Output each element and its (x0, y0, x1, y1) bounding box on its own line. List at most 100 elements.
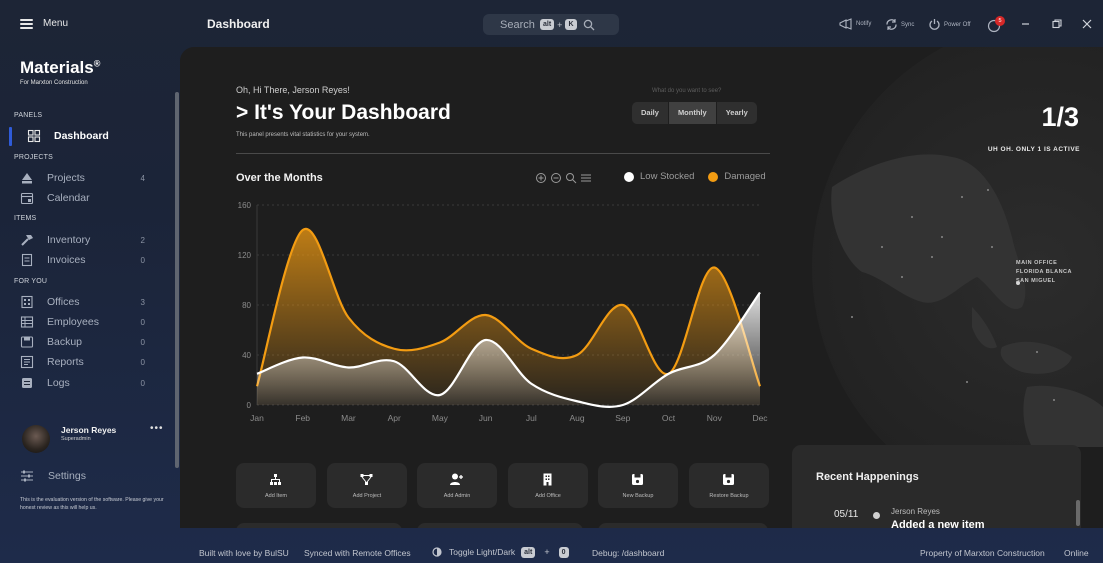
plus-glyph: + (544, 547, 550, 557)
sidebar-item-offices[interactable]: Offices 3 (20, 294, 145, 310)
active-indicator (9, 127, 12, 146)
zoom-out-icon[interactable] (550, 172, 562, 184)
add-office-label: Add Office (535, 493, 561, 499)
sidebar-item-logs[interactable]: Logs 0 (20, 375, 145, 391)
brand-logo: Materials® (20, 58, 100, 78)
power-off-button[interactable]: Power Off (928, 18, 971, 31)
sidebar-item-count: 0 (140, 337, 145, 347)
legend-dot-damaged (708, 171, 719, 182)
sidebar-item-dashboard[interactable]: Dashboard (27, 128, 152, 144)
legend-label-damaged: Damaged (724, 171, 766, 182)
search-icon[interactable] (583, 19, 595, 31)
add-admin-button[interactable]: Add Admin (417, 463, 497, 508)
more-options-icon[interactable]: ••• (150, 423, 164, 434)
sidebar-item-count: 0 (140, 255, 145, 265)
online-status: Online (1064, 548, 1089, 558)
header-divider (236, 153, 770, 154)
legend-damaged[interactable]: Damaged (708, 171, 766, 182)
search-shortcut-key: K (565, 19, 577, 30)
sidebar-item-inventory[interactable]: Inventory 2 (20, 232, 145, 248)
widget-card-partial (417, 523, 583, 528)
sync-status: Synced with Remote Offices (304, 548, 411, 558)
sidebar-item-reports[interactable]: Reports 0 (20, 354, 145, 370)
section-items: ITEMS (14, 215, 37, 222)
zoom-in-icon[interactable] (535, 172, 547, 184)
close-icon[interactable] (1080, 17, 1094, 31)
restore-icon[interactable] (1050, 17, 1064, 31)
minimize-icon[interactable] (1019, 17, 1033, 31)
x-tick-label: Aug (570, 413, 585, 423)
period-daily[interactable]: Daily (632, 102, 669, 124)
sidebar-item-backup[interactable]: Backup 0 (20, 334, 145, 350)
sidebar-item-count: 2 (140, 235, 145, 245)
office-label[interactable]: MAIN OFFICE FLORIDA BLANCA SAN MIGUEL (1016, 259, 1072, 286)
settings-button[interactable]: Settings (20, 470, 86, 482)
hamburger-icon (20, 18, 33, 29)
user-card[interactable]: Jerson Reyes Superadmin ••• (22, 423, 164, 454)
add-item-button[interactable]: Add Item (236, 463, 316, 508)
section-for-you: FOR YOU (14, 278, 48, 285)
add-project-button[interactable]: Add Project (327, 463, 407, 508)
sidebar-item-count: 4 (140, 173, 145, 183)
power-icon (929, 19, 940, 30)
y-tick-label: 40 (242, 351, 251, 360)
megaphone-icon (839, 18, 852, 30)
recent-scrollbar[interactable] (1076, 500, 1080, 526)
sync-button[interactable]: Sync (885, 18, 914, 31)
timeline-dot (873, 512, 880, 519)
search-input[interactable]: Search alt + K (483, 14, 619, 35)
sidebar-item-count: 3 (140, 297, 145, 307)
sidebar-scrollbar[interactable] (175, 92, 179, 468)
restore-backup-button[interactable]: Restore Backup (689, 463, 769, 508)
office-label-line: SAN MIGUEL (1016, 278, 1056, 284)
projects-icon (22, 173, 32, 184)
x-tick-label: Nov (707, 413, 723, 423)
widget-card-partial (598, 523, 768, 528)
add-admin-label: Add Admin (443, 493, 471, 499)
new-backup-button[interactable]: New Backup (598, 463, 678, 508)
hammer-icon (21, 235, 33, 246)
sidebar-item-calendar[interactable]: Calendar (20, 190, 145, 206)
sidebar-item-label: Reports (47, 356, 84, 368)
zoom-reset-icon[interactable] (565, 172, 577, 184)
settings-label: Settings (48, 470, 86, 482)
hierarchy-icon (270, 474, 281, 485)
notify-button[interactable]: Notify (839, 18, 871, 30)
sidebar-item-label: Backup (47, 336, 83, 348)
x-tick-label: Apr (388, 413, 401, 423)
dashboard-icon (27, 129, 41, 143)
sidebar-item-employees[interactable]: Employees 0 (20, 314, 145, 330)
legend-label-low-stocked: Low Stocked (640, 171, 695, 182)
sidebar-item-label: Projects (47, 172, 85, 184)
add-user-icon (450, 473, 463, 485)
nodes-icon (360, 474, 373, 485)
legend-low-stocked[interactable]: Low Stocked (624, 171, 694, 182)
legend-dot-low-stocked (624, 171, 634, 182)
theme-toggle[interactable]: Toggle Light/Dark alt + 0 (431, 546, 569, 558)
backup-icon (20, 336, 34, 348)
sidebar-item-invoices[interactable]: Invoices 0 (20, 252, 145, 268)
y-tick-label: 160 (238, 201, 252, 210)
chart-legend: Low Stocked Damaged (624, 171, 766, 182)
sidebar-item-count: 0 (140, 317, 145, 327)
search-placeholder: Search (500, 18, 535, 31)
restore-backup-label: Restore Backup (709, 493, 749, 499)
menu-label: Menu (43, 18, 69, 29)
sidebar-item-projects[interactable]: Projects 4 (20, 170, 145, 186)
notifications-button[interactable]: 5 (987, 16, 1005, 34)
add-office-button[interactable]: Add Office (508, 463, 588, 508)
x-tick-label: Jun (479, 413, 493, 423)
menu-button[interactable]: Menu (20, 18, 68, 29)
status-bar: Built with love by BulSU Synced with Rem… (180, 540, 1103, 563)
sidebar-item-label: Inventory (47, 234, 91, 246)
page-indicator: 1/3 (1041, 102, 1079, 132)
sidebar-item-label: Employees (47, 316, 99, 328)
built-by: Built with love by BulSU (199, 548, 289, 558)
power-label: Power Off (944, 21, 971, 28)
chart-menu-icon[interactable] (580, 172, 592, 184)
period-yearly[interactable]: Yearly (717, 102, 757, 124)
brand-mark: ® (93, 58, 101, 69)
window-page-title: Dashboard (207, 17, 270, 31)
evaluation-note: This is the evaluation version of the so… (20, 497, 164, 511)
period-monthly[interactable]: Monthly (668, 102, 717, 124)
